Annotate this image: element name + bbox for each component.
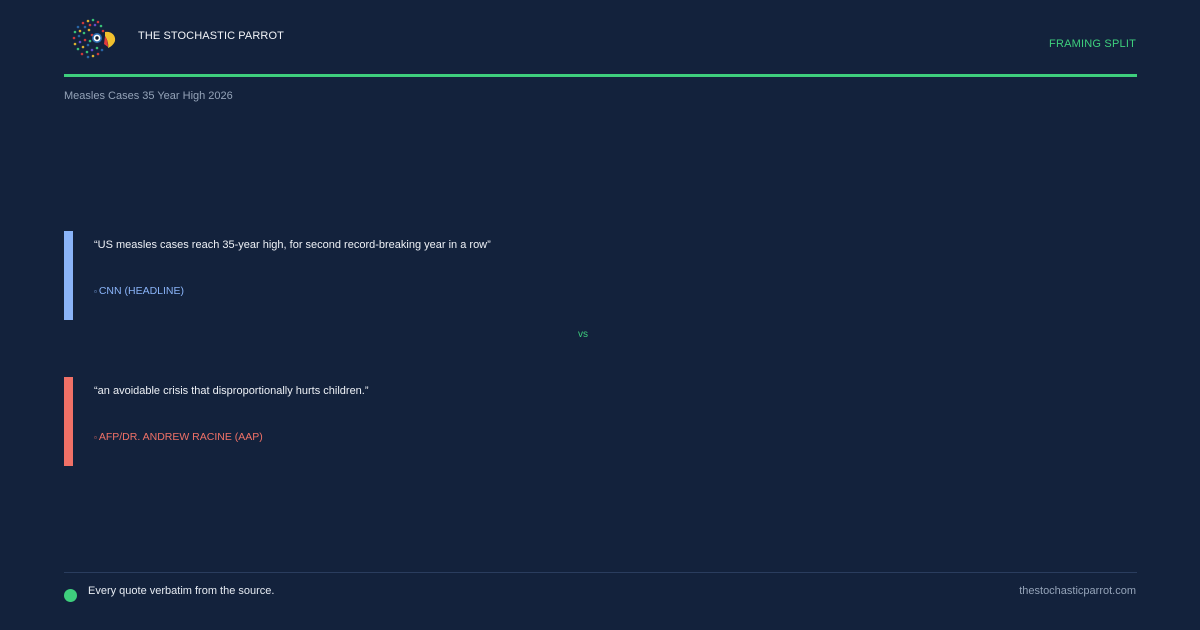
quote-accent-bar — [64, 231, 73, 320]
parrot-logo-icon — [72, 18, 116, 59]
status-dot-icon — [64, 589, 77, 602]
footer-divider — [64, 572, 1137, 573]
quote-source-label: AFP/DR. ANDREW RACINE (AAP) — [98, 431, 263, 443]
header-divider — [64, 74, 1137, 77]
quote-card-afp: “an avoidable crisis that disproportiona… — [64, 377, 764, 466]
framing-tag: FRAMING SPLIT — [1049, 38, 1136, 50]
quote-source-link[interactable]: ▫ CNN (HEADLINE) — [94, 285, 184, 297]
link-icon: ▫ — [94, 287, 97, 296]
quote-text: “an avoidable crisis that disproportiona… — [94, 385, 369, 397]
quote-accent-bar — [64, 377, 73, 466]
quote-source-label: CNN (HEADLINE) — [98, 285, 185, 297]
quote-source-link[interactable]: ▫ AFP/DR. ANDREW RACINE (AAP) — [94, 431, 263, 443]
vs-label: vs — [578, 329, 588, 340]
brand-name: THE STOCHASTIC PARROT — [138, 30, 284, 42]
site-url-link[interactable]: thestochasticparrot.com — [1019, 585, 1136, 597]
link-icon: ▫ — [94, 433, 97, 442]
story-topic: Measles Cases 35 Year High 2026 — [64, 90, 233, 102]
footer-note: Every quote verbatim from the source. — [88, 585, 275, 597]
quote-card-cnn: “US measles cases reach 35-year high, fo… — [64, 231, 764, 320]
quote-text: “US measles cases reach 35-year high, fo… — [94, 239, 491, 251]
